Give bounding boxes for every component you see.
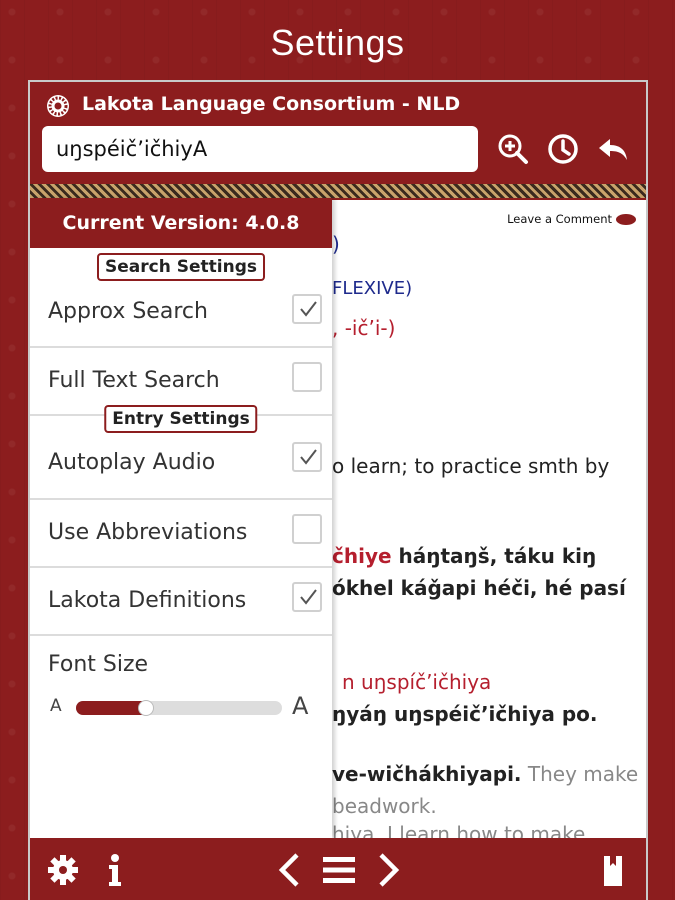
comment-icon[interactable]: [616, 214, 636, 225]
autoplay-audio-checkbox[interactable]: [292, 442, 322, 472]
entry-text: , -ič’i-): [332, 316, 396, 340]
entry-text: n uŋspíč’ičhiya: [342, 670, 492, 694]
app-toolbar: Lakota Language Consortium - NLD uŋspéič…: [30, 82, 646, 184]
check-icon: [300, 449, 317, 465]
slider-handle[interactable]: [138, 700, 155, 716]
bookmark-icon[interactable]: [600, 852, 626, 888]
bottom-toolbar: [30, 838, 646, 900]
option-lakota-definitions[interactable]: Lakota Definitions: [30, 568, 332, 636]
page-title: Settings: [270, 22, 405, 63]
back-icon[interactable]: [596, 132, 630, 166]
approx-search-checkbox[interactable]: [292, 294, 322, 324]
entry-text: o learn; to practice smth by: [332, 454, 610, 478]
info-icon[interactable]: [104, 852, 126, 888]
entry-text: ): [332, 232, 340, 256]
check-icon: [300, 589, 317, 605]
app-title: Lakota Language Consortium - NLD: [82, 93, 461, 115]
entry-text: beadwork.: [332, 794, 437, 818]
zoom-in-icon[interactable]: [496, 132, 530, 166]
option-use-abbreviations[interactable]: Use Abbreviations: [30, 500, 332, 568]
current-version: Current Version: 4.0.8: [30, 198, 332, 248]
entry-text: čhiye háŋtaŋš, táku kiŋ: [332, 544, 597, 568]
leave-comment-link[interactable]: Leave a Comment: [507, 212, 612, 226]
full-text-search-checkbox[interactable]: [292, 362, 322, 392]
entry-text: FLEXIVE): [332, 278, 413, 299]
gear-icon[interactable]: [46, 852, 80, 888]
next-icon[interactable]: [376, 852, 402, 888]
check-icon: [300, 301, 317, 317]
lakota-definitions-checkbox[interactable]: [292, 582, 322, 612]
font-size-setting: Font Size A A: [48, 652, 309, 720]
prev-icon[interactable]: [276, 852, 302, 888]
font-large-a: A: [292, 692, 309, 720]
font-small-a: A: [50, 696, 62, 716]
phone-screen: Lakota Language Consortium - NLD uŋspéič…: [28, 80, 648, 900]
menu-icon[interactable]: [322, 852, 356, 888]
slider-fill: [76, 701, 147, 715]
entry-settings-header: Entry Settings: [104, 405, 258, 433]
entry-text: ve-wičhákhiyapi. They make: [332, 762, 639, 786]
history-icon[interactable]: [546, 132, 580, 166]
search-settings-header: Search Settings: [97, 253, 265, 281]
font-size-slider[interactable]: [76, 700, 282, 716]
settings-drawer: Current Version: 4.0.8 Approx Search Sea…: [30, 198, 332, 838]
entry-text: ókhel káǧapi héči, hé pasí: [332, 576, 626, 600]
entry-text: ŋyáŋ uŋspéič’ičhiya po.: [332, 702, 598, 726]
use-abbreviations-checkbox[interactable]: [292, 514, 322, 544]
search-input[interactable]: uŋspéič’ičhiyA: [42, 126, 478, 172]
app-logo-icon: [47, 95, 69, 117]
